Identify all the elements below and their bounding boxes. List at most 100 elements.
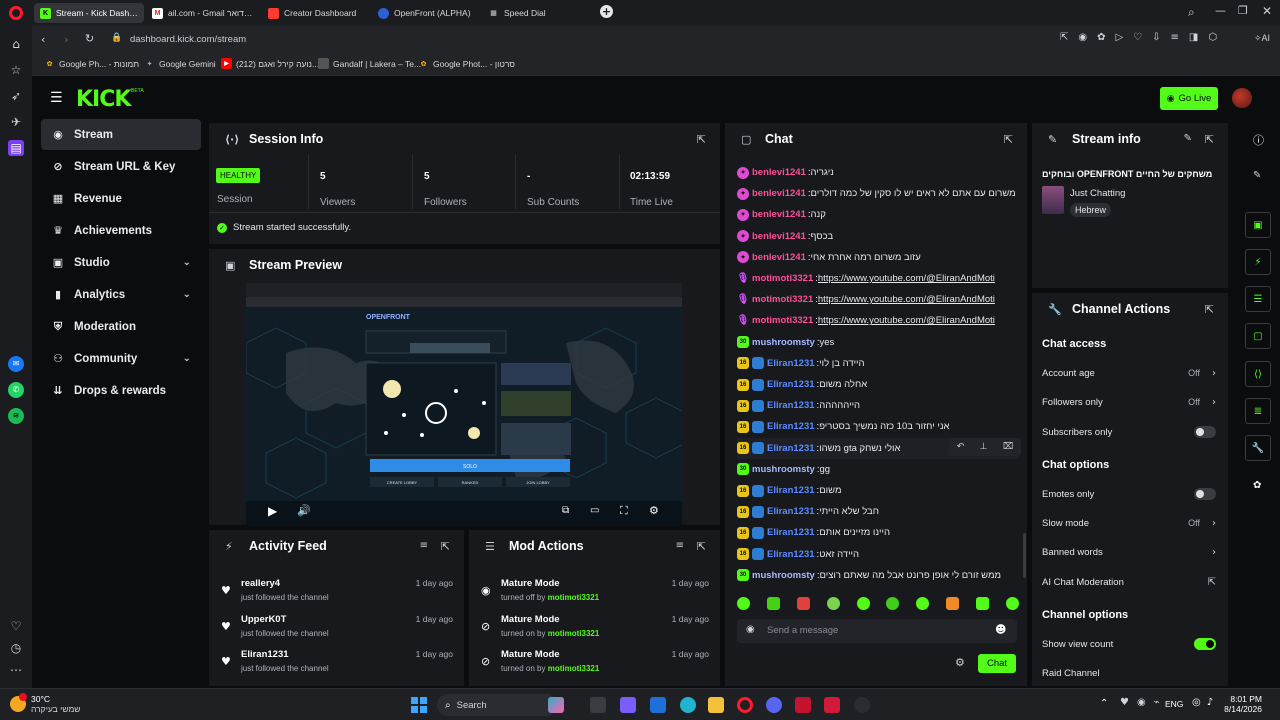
chat-username[interactable]: benlevi1241: [752, 167, 806, 178]
tab-openfront[interactable]: OpenFront (ALPHA): [372, 3, 480, 23]
reload-icon[interactable]: ↻: [85, 32, 94, 45]
volume-icon[interactable]: 🔊: [297, 504, 311, 517]
chat-username[interactable]: Eliran1231: [767, 400, 815, 411]
sidebar-item-community[interactable]: ⚇ Community ⌄: [41, 343, 201, 374]
emote-icon[interactable]: [737, 597, 750, 610]
more-icon[interactable]: ⋯: [8, 662, 24, 678]
weather-widget[interactable]: 30°C שמשי בעיקרה: [10, 693, 81, 714]
task-view-icon[interactable]: [590, 697, 606, 713]
emote-icon[interactable]: [796, 597, 810, 610]
delete-icon[interactable]: ⌧: [1003, 442, 1013, 452]
app-red-icon[interactable]: [824, 697, 840, 713]
start-button[interactable]: [411, 697, 427, 713]
tab-speed-dial[interactable]: ▦ Speed Dial: [482, 3, 590, 23]
avatar[interactable]: [1232, 88, 1252, 108]
opera-logo-icon[interactable]: [9, 6, 23, 20]
banned-words-row[interactable]: Banned words ›: [1042, 543, 1218, 561]
pencil-icon[interactable]: ✎: [1253, 170, 1261, 181]
info-icon[interactable]: ⓘ: [1253, 132, 1264, 148]
emote-icon[interactable]: [916, 597, 930, 610]
emote-icon[interactable]: [826, 597, 840, 610]
emote-icon[interactable]: [856, 597, 870, 610]
emote-icon[interactable]: [1005, 597, 1019, 610]
chat-message-link[interactable]: https://www.youtube.com/@EliranAndMoti: [818, 273, 995, 284]
edit-icon[interactable]: ✎: [1184, 133, 1192, 144]
ai-chat-moderation-row[interactable]: AI Chat Moderation ⇱: [1042, 573, 1218, 591]
tray-chevron-icon[interactable]: ⌃: [1100, 698, 1108, 709]
edge-icon[interactable]: [680, 697, 696, 713]
bookmark-google-photos[interactable]: ✿ Google Ph... - תמונות: [44, 58, 140, 69]
calendar-icon[interactable]: [650, 697, 666, 713]
scrollbar[interactable]: [1023, 533, 1026, 578]
raid-channel-row[interactable]: Raid Channel: [1042, 664, 1218, 682]
show-view-count-toggle[interactable]: [1194, 638, 1216, 650]
account-age-row[interactable]: Account age Off ›: [1042, 364, 1218, 382]
layers-tool-icon[interactable]: ≣: [1245, 398, 1271, 424]
emote-icon[interactable]: [946, 597, 960, 610]
popout-icon[interactable]: ⇱: [1205, 133, 1214, 146]
sidebar-item-stream[interactable]: ◉ Stream: [41, 119, 201, 150]
bookmark-youtube[interactable]: ▶ (212) נועה קירל ואגם...: [221, 58, 319, 69]
chat-username[interactable]: Eliran1231: [767, 549, 815, 560]
popout-icon[interactable]: ⇱: [1004, 133, 1013, 146]
subscribers-only-toggle[interactable]: [1194, 426, 1216, 438]
theater-icon[interactable]: ▭: [590, 505, 599, 516]
taskbar-search[interactable]: ⌕ Search: [437, 694, 557, 716]
language-tag[interactable]: Hebrew: [1070, 203, 1112, 217]
chat-username[interactable]: benlevi1241: [752, 188, 806, 199]
chat-username[interactable]: Eliran1231: [767, 421, 815, 432]
chat-username[interactable]: Eliran1231: [767, 443, 815, 454]
go-live-button[interactable]: ◉ Go Live: [1160, 87, 1218, 110]
popout-icon[interactable]: ⇱: [1205, 303, 1214, 316]
tab-gmail[interactable]: M ail.com - Gmail נכנס דואר: [146, 3, 260, 23]
language-indicator[interactable]: ENG: [1165, 699, 1183, 709]
wrench-tool-icon[interactable]: 🔧: [1245, 435, 1271, 461]
popout-icon[interactable]: ⇱: [697, 133, 706, 146]
aria-ai-icon[interactable]: ✧AI: [1254, 33, 1270, 44]
copilot-icon[interactable]: [548, 697, 564, 713]
emote-icon[interactable]: [976, 597, 989, 610]
rocket-icon[interactable]: ➶: [8, 88, 24, 104]
filter-icon[interactable]: ≡: [676, 540, 684, 551]
video-player[interactable]: OPENFRONT SOLO CREATE LOBBY RANKED JOIN …: [246, 283, 682, 526]
store-icon[interactable]: [620, 697, 636, 713]
emotes-only-toggle[interactable]: [1194, 488, 1216, 500]
category-name[interactable]: Just Chatting: [1070, 188, 1125, 199]
followers-only-row[interactable]: Followers only Off ›: [1042, 393, 1218, 411]
minimize-icon[interactable]: —: [1215, 4, 1226, 17]
sidebar-item-drops[interactable]: ⇊ Drops & rewards: [41, 375, 201, 406]
pip-icon[interactable]: ⧉: [562, 505, 569, 516]
maximize-icon[interactable]: ❐: [1238, 4, 1248, 17]
bookmark-gemini[interactable]: ✦ Google Gemini: [144, 58, 216, 69]
emote-icon[interactable]: [886, 597, 900, 610]
session-tool-icon[interactable]: ⟨⟩: [1245, 361, 1271, 387]
chat-username[interactable]: Eliran1231: [767, 379, 815, 390]
sidebar-item-revenue[interactable]: ▦ Revenue: [41, 183, 201, 214]
chat-username[interactable]: benlevi1241: [752, 252, 806, 263]
sidebar-item-achievements[interactable]: ♛ Achievements: [41, 215, 201, 246]
chat-username[interactable]: benlevi1241: [752, 209, 806, 220]
chat-username[interactable]: Eliran1231: [767, 527, 815, 538]
github-icon[interactable]: [854, 697, 870, 713]
settings-icon[interactable]: ⚙: [649, 504, 659, 517]
chat-username[interactable]: motimoti3321: [752, 273, 813, 284]
palette-icon[interactable]: ✿: [1253, 480, 1261, 491]
sidebar-item-moderation[interactable]: ⛨ Moderation: [41, 311, 201, 342]
list-tool-icon[interactable]: ☰: [1245, 286, 1271, 312]
chat-tool-icon[interactable]: ▢: [1245, 323, 1271, 349]
chat-username[interactable]: Eliran1231: [767, 485, 815, 496]
chat-username[interactable]: Eliran1231: [767, 506, 815, 517]
emoji-icon[interactable]: ☻: [995, 623, 1006, 636]
stream-info-tool-icon[interactable]: ▣: [1245, 212, 1271, 238]
kick-logo[interactable]: KICK: [76, 87, 131, 112]
emote-icon[interactable]: [766, 597, 780, 610]
whatsapp-icon[interactable]: ✆: [8, 382, 24, 398]
network-volume-icons[interactable]: ◎♪: [1192, 697, 1219, 708]
chat-input[interactable]: ◉ Send a message ☻: [737, 619, 1017, 643]
reply-icon[interactable]: ↶: [957, 442, 965, 452]
sidebar-item-analytics[interactable]: ▮ Analytics ⌄: [41, 279, 201, 310]
bookmark-gandalf[interactable]: Gandalf | Lakera – Te...: [318, 58, 421, 69]
close-window-icon[interactable]: ✕: [1262, 4, 1272, 18]
chat-username[interactable]: mushroomsty: [752, 464, 815, 475]
forward-icon[interactable]: ›: [64, 33, 68, 46]
